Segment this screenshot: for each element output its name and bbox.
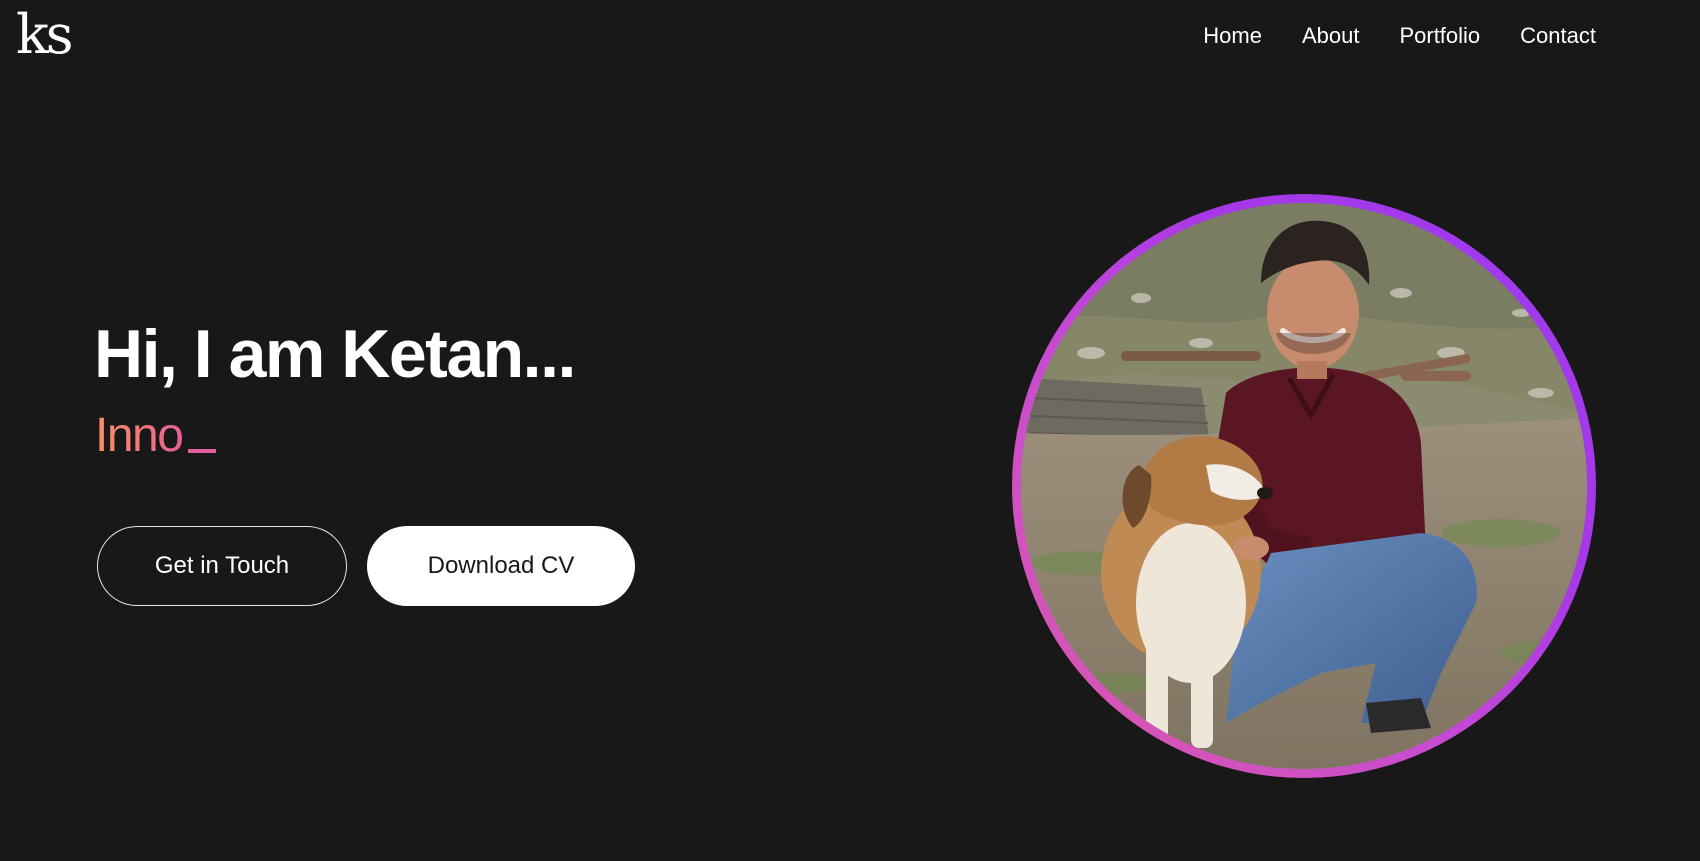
site-logo[interactable]: ks [16,0,73,70]
profile-photo-illustration [1021,203,1587,769]
typed-role: Inno [95,405,217,467]
hero-greeting: Hi, I am Ketan... [94,316,576,392]
nav-link-home[interactable]: Home [1183,20,1282,52]
portrait-frame [1012,194,1596,778]
typed-role-text: Inno [95,409,184,462]
nav-link-about[interactable]: About [1282,20,1380,52]
page: ks Home About Portfolio Contact Hi, I am… [0,0,1700,861]
download-cv-button[interactable]: Download CV [367,526,635,606]
main-nav: Home About Portfolio Contact [1183,20,1616,52]
nav-link-portfolio[interactable]: Portfolio [1379,20,1500,52]
get-in-touch-button[interactable]: Get in Touch [97,526,347,606]
nav-link-contact[interactable]: Contact [1500,20,1616,52]
profile-photo [1021,203,1587,769]
typing-caret [188,449,217,453]
